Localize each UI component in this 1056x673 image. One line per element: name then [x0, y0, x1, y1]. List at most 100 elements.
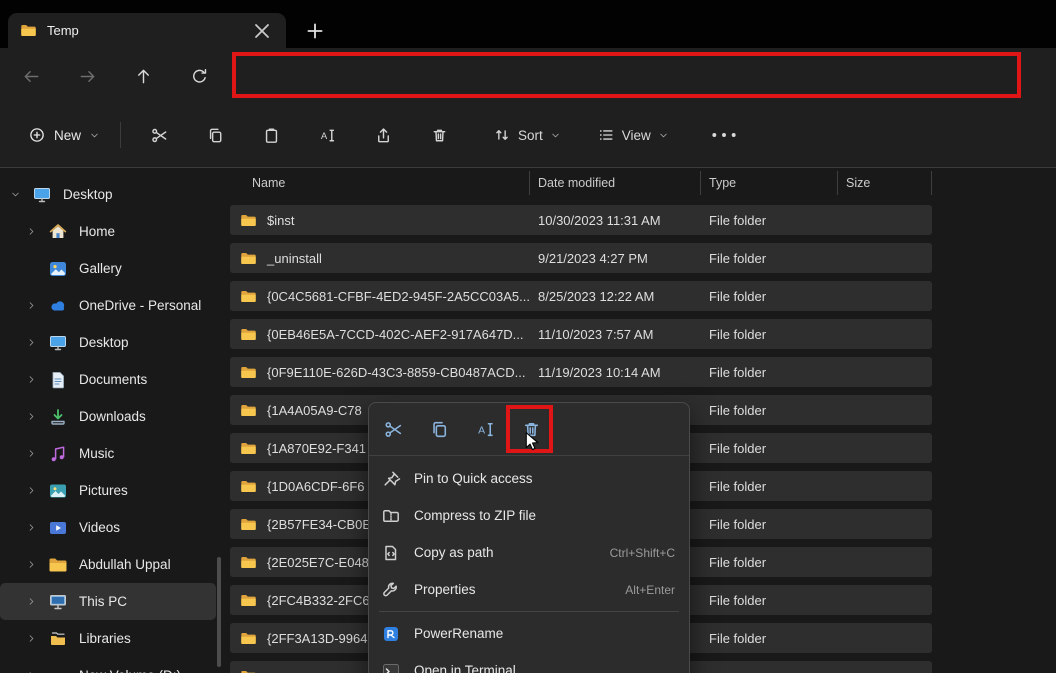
- sidebar-item-desktop[interactable]: Desktop: [0, 324, 216, 361]
- rename-button[interactable]: A: [308, 116, 346, 154]
- sidebar-item-onedrive-personal[interactable]: OneDrive - Personal: [0, 287, 216, 324]
- tab-close-icon[interactable]: [250, 19, 274, 43]
- context-menu-item[interactable]: Copy as path Ctrl+Shift+C: [369, 534, 689, 571]
- context-menu: A Pin to Quick access Compress to ZIP fi…: [368, 402, 690, 673]
- up-button[interactable]: [128, 61, 158, 91]
- navigation-pane: Desktop Home Gallery OneDrive - Personal…: [0, 168, 222, 673]
- tab-title: Temp: [47, 23, 79, 38]
- view-button[interactable]: View: [587, 118, 679, 152]
- folder-icon: [240, 212, 257, 229]
- delete-button[interactable]: [420, 116, 458, 154]
- sidebar-item-label: Desktop: [63, 187, 113, 202]
- download-icon: [48, 407, 68, 427]
- copy-button[interactable]: [416, 409, 462, 449]
- menu-item-label: PowerRename: [414, 626, 504, 641]
- file-type: File folder: [709, 288, 767, 304]
- sidebar-item-libraries[interactable]: Libraries: [0, 620, 216, 657]
- context-menu-item[interactable]: PowerRename: [369, 615, 689, 652]
- context-menu-item[interactable]: Open in Terminal: [369, 652, 689, 673]
- chevron-icon[interactable]: [26, 633, 48, 644]
- file-date: 11/19/2023 10:14 AM: [538, 364, 661, 380]
- folder-icon: [240, 592, 257, 609]
- column-header-name[interactable]: Name: [230, 170, 530, 196]
- column-header-date[interactable]: Date modified: [530, 170, 701, 196]
- chevron-down-icon: [89, 130, 100, 141]
- file-type: File folder: [709, 250, 767, 266]
- home-icon: [48, 222, 68, 242]
- file-row[interactable]: {0EB46E5A-7CCD-402C-AEF2-917A647D... 11/…: [230, 319, 932, 349]
- chevron-icon[interactable]: [26, 522, 48, 533]
- explorer-tab[interactable]: Temp: [8, 13, 286, 48]
- chevron-icon[interactable]: [26, 596, 48, 607]
- delete-button[interactable]: [508, 409, 554, 449]
- file-name: {2FF3A13D-9964: [267, 630, 368, 646]
- chevron-icon[interactable]: [26, 226, 48, 237]
- sidebar-item-this-pc[interactable]: This PC: [0, 583, 216, 620]
- file-type: File folder: [709, 440, 767, 456]
- cloud-icon: [48, 296, 68, 316]
- sidebar-item-desktop[interactable]: Desktop: [0, 176, 216, 213]
- drive-icon: [48, 666, 68, 673]
- file-name: {0EB46E5A-7CCD-402C-AEF2-917A647D...: [267, 326, 524, 342]
- sidebar-scrollbar[interactable]: [217, 557, 221, 667]
- sidebar-item-label: Documents: [79, 372, 148, 387]
- column-header-type[interactable]: Type: [701, 170, 838, 196]
- file-row[interactable]: {0F9E110E-626D-43C3-8859-CB0487ACD... 11…: [230, 357, 932, 387]
- sidebar-item-videos[interactable]: Videos: [0, 509, 216, 546]
- file-type: File folder: [709, 364, 767, 380]
- folder-icon: [48, 555, 68, 575]
- new-button[interactable]: New: [18, 118, 110, 152]
- context-menu-item[interactable]: Pin to Quick access: [369, 460, 689, 497]
- paste-button[interactable]: [252, 116, 290, 154]
- file-type: File folder: [709, 402, 767, 418]
- sidebar-list: Desktop Home Gallery OneDrive - Personal…: [0, 176, 222, 673]
- new-tab-button[interactable]: [302, 19, 328, 43]
- folder-icon: [240, 554, 257, 571]
- libraries-icon: [48, 629, 68, 649]
- refresh-button[interactable]: [184, 61, 214, 91]
- file-row[interactable]: $inst 10/30/2023 11:31 AM File folder: [230, 205, 932, 235]
- file-name: {0C4C5681-CFBF-4ED2-945F-2A5CC03A5...: [266, 288, 530, 304]
- cut-button[interactable]: [370, 409, 416, 449]
- file-date: 8/25/2023 12:22 AM: [538, 288, 655, 304]
- chevron-icon[interactable]: [26, 300, 48, 311]
- sidebar-item-label: Abdullah Uppal: [79, 557, 171, 572]
- chevron-icon[interactable]: [26, 559, 48, 570]
- file-type: File folder: [709, 630, 767, 646]
- sidebar-item-documents[interactable]: Documents: [0, 361, 216, 398]
- chevron-down-icon: [658, 130, 669, 141]
- context-menu-item[interactable]: Compress to ZIP file: [369, 497, 689, 534]
- chevron-icon[interactable]: [26, 448, 48, 459]
- trash-icon: [430, 126, 449, 145]
- sidebar-item-downloads[interactable]: Downloads: [0, 398, 216, 435]
- sidebar-item-pictures[interactable]: Pictures: [0, 472, 216, 509]
- view-icon: [597, 126, 615, 144]
- sort-button[interactable]: Sort: [483, 118, 571, 152]
- chevron-icon[interactable]: [10, 189, 32, 200]
- chevron-icon[interactable]: [26, 337, 48, 348]
- sidebar-item-new-volume-d-[interactable]: New Volume (D:): [0, 657, 216, 673]
- more-options-button[interactable]: [707, 118, 741, 152]
- chevron-icon[interactable]: [26, 374, 48, 385]
- forward-button[interactable]: [72, 61, 102, 91]
- folder-icon: [240, 326, 257, 343]
- folder-icon: [20, 22, 37, 39]
- cut-button[interactable]: [140, 116, 178, 154]
- chevron-icon[interactable]: [26, 485, 48, 496]
- sidebar-item-abdullah-uppal[interactable]: Abdullah Uppal: [0, 546, 216, 583]
- file-row[interactable]: {0C4C5681-CFBF-4ED2-945F-2A5CC03A5... 8/…: [230, 281, 932, 311]
- share-button[interactable]: [364, 116, 402, 154]
- sidebar-item-gallery[interactable]: Gallery: [0, 250, 216, 287]
- copy-button[interactable]: [196, 116, 234, 154]
- share-icon: [374, 126, 393, 145]
- rename-button[interactable]: A: [462, 409, 508, 449]
- file-row[interactable]: _uninstall 9/21/2023 4:27 PM File folder: [230, 243, 932, 273]
- sidebar-item-home[interactable]: Home: [0, 213, 216, 250]
- chevron-icon[interactable]: [26, 411, 48, 422]
- sidebar-item-music[interactable]: Music: [0, 435, 216, 472]
- context-menu-item[interactable]: Properties Alt+Enter: [369, 571, 689, 608]
- plus-circle-icon: [28, 126, 46, 144]
- column-header-size[interactable]: Size: [838, 170, 932, 196]
- pc-icon: [48, 592, 68, 612]
- back-button[interactable]: [16, 61, 46, 91]
